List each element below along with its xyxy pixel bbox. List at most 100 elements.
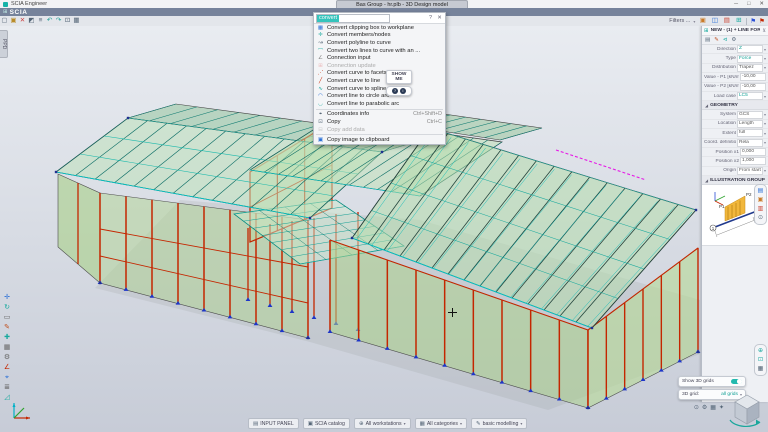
prop-list-icon[interactable]: ▤: [705, 37, 710, 43]
menu-grid-icon[interactable]: ⊞: [3, 9, 8, 15]
chevron-down-icon: ▾: [764, 131, 766, 136]
menu-item-coordinates-info[interactable]: ⌖Coordinates infoCtrl+Shift+D: [314, 111, 445, 119]
line-to-circle-arc-icon: ◠: [317, 93, 324, 99]
prop-row-origin[interactable]: OriginFrom start▾: [702, 167, 768, 176]
show-me-label: SHOW ME: [386, 70, 412, 84]
view-tool-row: ⊙ ⚙ ▦ ✦: [694, 404, 724, 411]
prop-row-extent[interactable]: Extentfull▾: [702, 129, 768, 138]
origin-icon[interactable]: ⌖: [2, 374, 12, 382]
prop-row-direction[interactable]: DirectionZ▾: [702, 45, 768, 54]
line-to-parabolic-arc-icon: ◡: [317, 101, 324, 107]
menu-item-curve-to-spline[interactable]: ∿Convert curve to spline: [314, 85, 445, 93]
new-window-icon[interactable]: ▣: [698, 16, 707, 26]
navigation-cube[interactable]: [726, 390, 766, 428]
activity-icon[interactable]: ▤: [722, 16, 731, 26]
filters-dropdown[interactable]: Filters ...: [669, 18, 690, 24]
menu-item-copy-image[interactable]: ▣Copy image to clipboard: [314, 136, 445, 144]
fit-view-icon[interactable]: ⊡: [758, 357, 763, 363]
report-tab-icon[interactable]: ▥: [758, 206, 764, 212]
menu-item-copy-add-data: ⊟Copy add data: [314, 126, 445, 134]
geometry-section-header[interactable]: ◢GEOMETRY: [702, 101, 768, 110]
layers-icon[interactable]: ⊞: [734, 16, 743, 26]
list-icon[interactable]: ≣: [2, 384, 12, 392]
undo-icon[interactable]: ↶: [45, 16, 54, 26]
minimize-button[interactable]: ─: [734, 1, 738, 7]
prop-row-distribution[interactable]: DistributionTrapez▾: [702, 64, 768, 73]
select-icon[interactable]: ✛: [2, 294, 12, 302]
menu-item-copy[interactable]: ⊡CopyCtrl+C: [314, 118, 445, 126]
image-icon[interactable]: ▦: [72, 16, 81, 26]
show-me-help-icon[interactable]: ?: [392, 88, 398, 94]
new-project-icon[interactable]: ▢: [0, 16, 9, 26]
chevron-down-icon: ▾: [764, 65, 766, 70]
side-tab-ppd[interactable]: PPD: [0, 30, 8, 58]
prop-row-location[interactable]: LocationLength▾: [702, 120, 768, 129]
catalog-tab-icon[interactable]: ▣: [758, 197, 764, 203]
save-icon[interactable]: ◩: [27, 16, 36, 26]
menu-item-line-to-circle-arc[interactable]: ◠Convert line to circle arc: [314, 92, 445, 100]
flag-blue-icon[interactable]: ⚑: [750, 17, 756, 25]
edit-icon[interactable]: ✎: [2, 324, 12, 332]
properties-tab-icon[interactable]: ▤: [758, 188, 764, 194]
pin-icon[interactable]: ⊻: [762, 28, 766, 34]
open-project-icon[interactable]: ▣: [9, 16, 18, 26]
zoom-all-icon[interactable]: ⊕: [758, 348, 763, 354]
show-me-play-icon[interactable]: i: [400, 88, 406, 94]
chevron-down-icon: ▾: [460, 421, 462, 426]
prop-row-position-x1[interactable]: Position x10,000: [702, 148, 768, 157]
input-panel-button[interactable]: ▤INPUT PANEL: [248, 418, 299, 429]
menu-item-curve-to-line[interactable]: ╱Convert curve to line: [314, 77, 445, 85]
close-project-icon[interactable]: ✕: [18, 16, 27, 26]
flag-red-icon[interactable]: ⚑: [759, 17, 765, 25]
svg-text:P1: P1: [719, 204, 725, 209]
menu-help-icon[interactable]: ?: [427, 15, 434, 21]
rotate-view-icon[interactable]: ↻: [2, 304, 12, 312]
menu-item-convert-members-nodes[interactable]: ✛Convert members/nodes: [314, 32, 445, 40]
workstations-dropdown[interactable]: ⊕All workstations▾: [354, 418, 411, 429]
prop-row-value-p2[interactable]: Value - P2 [kN/m]-10,00: [702, 83, 768, 92]
menu-item-connection-input[interactable]: ∠Connection input: [314, 54, 445, 62]
copy-image-icon: ▣: [317, 137, 324, 143]
properties-header[interactable]: NEW - (1) + LINE FORCE ON... (1): [711, 28, 761, 33]
close-button[interactable]: ✕: [759, 1, 764, 7]
menu-item-curve-to-facets[interactable]: ⋰Convert curve to facets: [314, 70, 445, 78]
grid-toggle-icon[interactable]: ▦: [710, 404, 716, 411]
coordinates-info-icon: ⌖: [317, 111, 324, 118]
window-select-icon[interactable]: ▭: [2, 314, 12, 322]
zoom-icon[interactable]: ⊙: [694, 404, 699, 411]
prop-row-coord-definition[interactable]: Coord. definitionRela▾: [702, 139, 768, 148]
copy-icon[interactable]: ⊡: [63, 16, 72, 26]
snap-point-icon[interactable]: ✚: [2, 334, 12, 342]
redo-icon[interactable]: ↷: [54, 16, 63, 26]
prop-row-position-x2[interactable]: Position x21,000: [702, 157, 768, 166]
menu-item-line-to-parabolic-arc[interactable]: ◡Convert line to parabolic arc: [314, 100, 445, 108]
gear-icon[interactable]: ⚙: [702, 404, 707, 411]
grid-icon[interactable]: ▦: [2, 344, 12, 352]
light-icon[interactable]: ✦: [719, 404, 724, 411]
menu-item-convert-clipping-box[interactable]: ▦Convert clipping box to workplane: [314, 24, 445, 32]
menu-close-icon[interactable]: ✕: [436, 15, 443, 21]
menu-item-convert-polyline[interactable]: ↝Convert polyline to curve: [314, 39, 445, 47]
prop-brush-icon[interactable]: ✎: [714, 37, 719, 43]
prop-row-value-p1[interactable]: Value - P1 [kN/m]-10,00: [702, 73, 768, 82]
show-3d-grids-toggle[interactable]: [731, 379, 742, 385]
menu-item-convert-two-lines[interactable]: ⌒Convert two lines to curve with an ...: [314, 47, 445, 55]
prop-filter-icon[interactable]: ⊲: [723, 37, 728, 43]
prop-row-system[interactable]: SystemGCS▾: [702, 110, 768, 119]
angle-icon[interactable]: ∠: [2, 364, 12, 372]
maximize-button[interactable]: □: [747, 1, 750, 7]
menu-search-input[interactable]: convert: [316, 14, 390, 23]
prop-settings-icon[interactable]: ⚙: [731, 37, 736, 43]
prop-row-type[interactable]: TypeForce▾: [702, 54, 768, 63]
categories-dropdown[interactable]: ▦All categories▾: [415, 418, 467, 429]
cascade-windows-icon[interactable]: ◫: [710, 16, 719, 26]
tags-dropdown[interactable]: ✎basic modelling▾: [471, 418, 527, 429]
print-icon[interactable]: ≡: [36, 16, 45, 26]
bim-tab-icon[interactable]: ⊙: [758, 215, 763, 221]
scia-catalog-button[interactable]: ▣SCIA catalog: [303, 418, 350, 429]
chevron-down-icon: ▾: [520, 421, 522, 426]
prop-row-load-case[interactable]: Load caseLC5▾: [702, 92, 768, 101]
settings-icon[interactable]: ⚙: [2, 354, 12, 362]
view-settings-icon[interactable]: ▦: [758, 366, 764, 372]
viewport-3d[interactable]: PPD ✛ ↻ ▭ ✎ ✚ ▦ ⚙ ∠ ⌖ ≣ ◿: [0, 26, 768, 432]
